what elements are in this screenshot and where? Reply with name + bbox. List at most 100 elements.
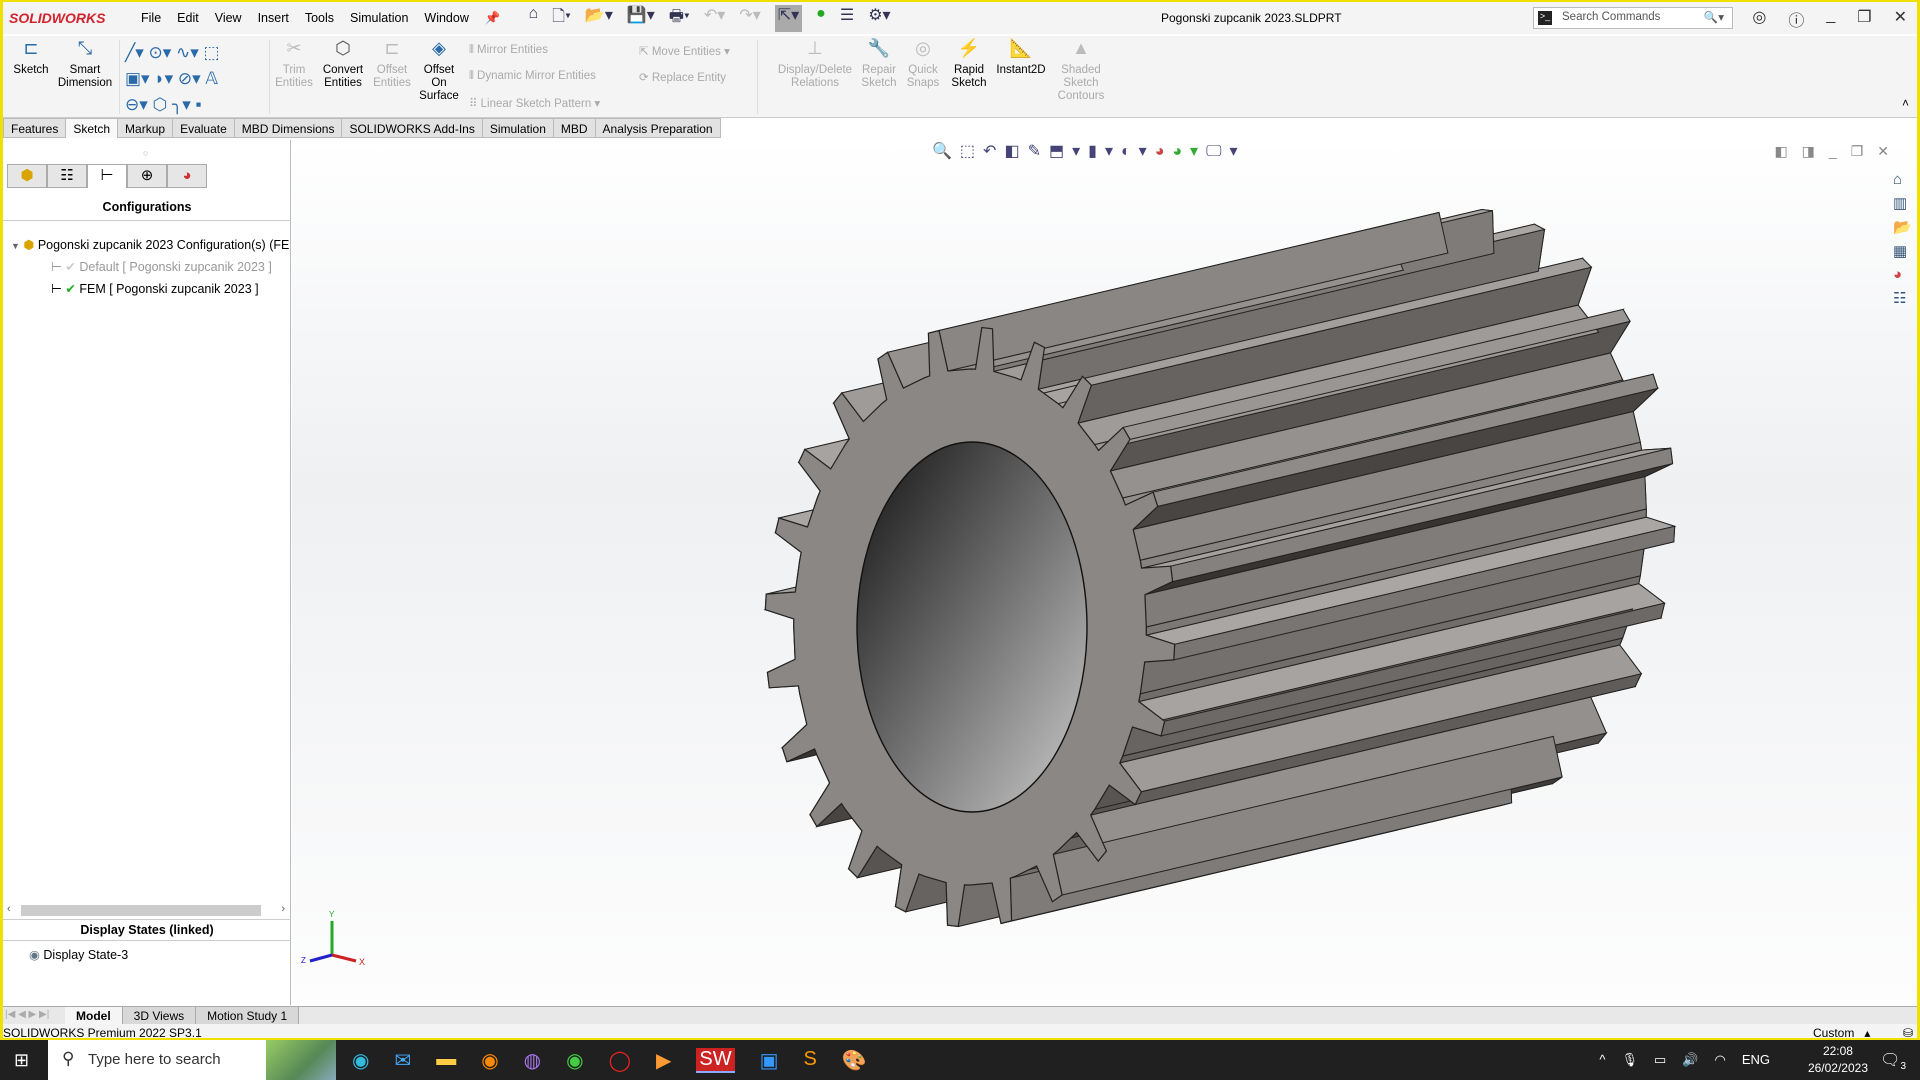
select-icon[interactable]: ⇱▾ <box>774 4 803 32</box>
restore-button[interactable]: ❐ <box>1857 7 1871 31</box>
tab-mbd-dimensions[interactable]: MBD Dimensions <box>234 118 343 138</box>
instant2d-button[interactable]: 📐 Instant2D <box>993 39 1049 77</box>
mirror-entities-button[interactable]: ⫴ Mirror Entities <box>469 44 548 57</box>
display-manager-tab[interactable]: ◕ <box>167 164 207 188</box>
show-hidden-icons[interactable]: ^ <box>1599 1052 1605 1068</box>
display-state-item[interactable]: ◉ Display State-3 <box>29 947 128 962</box>
tab-evaluate[interactable]: Evaluate <box>173 118 235 138</box>
pin-icon[interactable]: 📌 <box>485 11 501 26</box>
firefox-icon[interactable]: ◉ <box>481 1048 498 1073</box>
close-button[interactable]: ✕ <box>1894 7 1907 31</box>
battery-icon[interactable]: ▭ <box>1654 1052 1666 1068</box>
shaded-sketch-contours-button[interactable]: ▲ Shaded Sketch Contours <box>1053 39 1109 103</box>
media-player-icon[interactable]: ▶ <box>656 1048 671 1073</box>
tab-motion-study[interactable]: Motion Study 1 <box>196 1007 300 1024</box>
windows-start-icon[interactable]: ⊞ <box>14 1050 29 1071</box>
volume-icon[interactable]: 🔊 <box>1682 1052 1698 1068</box>
quick-access-toolbar: ⌂ 🗋▾ 📂▾ 💾▾ 🖶▾ ↶▾ ↷▾ ⇱▾ ● ☰ ⚙▾ <box>528 4 891 32</box>
search-commands-input[interactable]: >_ Search Commands 🔍▾ <box>1533 7 1733 29</box>
rectangle-icon[interactable]: ▣▾ ◗▾ ⊘▾ 𝔸 <box>125 69 218 88</box>
microphone-icon[interactable]: 🎙 <box>1621 1052 1638 1068</box>
slot-icon[interactable]: ⊖▾ ⬡ ╮▾ ▪ <box>125 95 202 114</box>
graphics-area[interactable]: 🔍⬚↶◧✎⬒▾▮▾◐▾◕◕▾🖵▾ ◧◨_❐✕ ⌂ ▥ 📂 ▦ ◕ ☷ Y X Z <box>292 139 1917 1005</box>
horizontal-scrollbar[interactable]: ‹ › <box>7 903 289 917</box>
tab-model[interactable]: Model <box>65 1007 123 1024</box>
expand-arrow-icon[interactable]: ▼ <box>11 241 20 251</box>
sublime-icon[interactable]: S <box>803 1048 816 1073</box>
menu-view[interactable]: View <box>215 11 242 26</box>
solidworks-taskbar-icon[interactable]: SW <box>696 1048 735 1073</box>
smart-dimension-button[interactable]: ⤡ Smart Dimension <box>55 39 115 90</box>
rebuild-icon[interactable]: ● <box>816 5 826 32</box>
mail-icon[interactable]: ✉ <box>394 1048 411 1073</box>
quick-snaps-button[interactable]: ◎ Quick Snaps <box>903 38 943 90</box>
print-icon[interactable]: 🖶▾ <box>669 5 690 32</box>
trim-entities-button[interactable]: ✂ Trim Entities <box>271 39 317 90</box>
sketch-button[interactable]: ⊏ Sketch <box>11 39 51 77</box>
paint-icon[interactable]: 🎨 <box>842 1048 867 1073</box>
sketch-entities-tools[interactable]: ╱▾ ⊙▾ ∿▾ ⬚ ▣▾ ◗▾ ⊘▾ 𝔸 ⊖▾ ⬡ ╮▾ ▪ <box>125 40 265 118</box>
dynamic-mirror-button[interactable]: ⫴ Dynamic Mirror Entities <box>469 70 596 83</box>
collapse-ribbon-icon[interactable]: ˄ <box>1902 96 1909 110</box>
user-icon[interactable]: ◎ <box>1752 7 1766 31</box>
undo-icon[interactable]: ↶▾ <box>704 5 725 32</box>
panel-splitter-handle[interactable]: ○ <box>143 148 148 158</box>
language-indicator[interactable]: ENG <box>1742 1052 1770 1068</box>
dimxpert-tab[interactable]: ⊕ <box>127 164 167 188</box>
tab-scroll-arrows[interactable]: |◀ ◀ ▶ ▶| <box>3 1007 65 1024</box>
notifications-icon[interactable]: 🗨3 <box>1880 1050 1906 1072</box>
convert-entities-button[interactable]: ⬡ Convert Entities <box>317 39 369 90</box>
tab-markup[interactable]: Markup <box>118 118 174 138</box>
app-window-icon[interactable]: ▣ <box>760 1048 779 1073</box>
tree-root[interactable]: ▼ ⬢ Pogonski zupcanik 2023 Configuration… <box>11 237 289 252</box>
viber-icon[interactable]: ◍ <box>524 1048 541 1073</box>
config-item-default[interactable]: ⊢ ✔ Default [ Pogonski zupcanik 2023 ] <box>51 259 272 274</box>
rebuild-status-icon[interactable]: ⛁ <box>1903 1026 1913 1038</box>
configuration-manager-tab[interactable]: ⊢ <box>87 164 127 188</box>
line-icon[interactable]: ╱▾ ⊙▾ ∿▾ ⬚ <box>125 43 220 62</box>
unit-system-selector[interactable]: Custom ▴ <box>1813 1026 1870 1038</box>
menu-insert[interactable]: Insert <box>258 11 289 26</box>
options-gear-icon[interactable]: ⚙▾ <box>868 5 890 32</box>
tab-3d-views[interactable]: 3D Views <box>122 1007 197 1024</box>
new-document-icon[interactable]: 🗋▾ <box>552 5 571 32</box>
chrome-icon[interactable]: ◉ <box>566 1048 583 1073</box>
display-delete-relations-button[interactable]: ⊥ Display/Delete Relations <box>773 39 857 90</box>
config-item-fem[interactable]: ⊢ ✔ FEM [ Pogonski zupcanik 2023 ] <box>51 281 259 296</box>
minimize-button[interactable]: _ <box>1826 7 1835 31</box>
feature-manager-tab[interactable]: ⬢ <box>7 164 47 188</box>
clock[interactable]: 22:08 26/02/2023 <box>1808 1043 1868 1077</box>
edge-icon[interactable]: ◉ <box>352 1048 369 1073</box>
help-icon[interactable]: ⓘ <box>1788 7 1804 31</box>
redo-icon[interactable]: ↷▾ <box>739 5 760 32</box>
menu-file[interactable]: File <box>141 11 161 26</box>
offset-entities-button[interactable]: ⊏ Offset Entities <box>369 39 415 90</box>
taskbar-search-box[interactable]: ⚲ Type here to search <box>48 1040 336 1080</box>
move-entities-button[interactable]: ⇱ Move Entities ▾ <box>639 44 730 58</box>
save-icon[interactable]: 💾▾ <box>627 5 655 32</box>
replace-entity-button[interactable]: ⟳ Replace Entity <box>639 70 726 84</box>
snaps-icon: ◎ <box>915 38 931 58</box>
menu-tools[interactable]: Tools <box>305 11 334 26</box>
tab-addins[interactable]: SOLIDWORKS Add-Ins <box>342 118 483 138</box>
menu-simulation[interactable]: Simulation <box>350 11 408 26</box>
tab-mbd[interactable]: MBD <box>553 118 596 138</box>
repair-sketch-button[interactable]: 🔧 Repair Sketch <box>857 39 901 90</box>
tab-simulation[interactable]: Simulation <box>482 118 554 138</box>
home-icon[interactable]: ⌂ <box>528 5 538 32</box>
linear-pattern-button[interactable]: ⠿ Linear Sketch Pattern ▾ <box>469 96 600 110</box>
menu-edit[interactable]: Edit <box>177 11 199 26</box>
tab-sketch[interactable]: Sketch <box>66 118 119 138</box>
open-icon[interactable]: 📂▾ <box>585 5 613 32</box>
tab-features[interactable]: Features <box>3 118 67 138</box>
rapid-sketch-button[interactable]: ⚡ Rapid Sketch <box>947 39 991 90</box>
file-explorer-icon[interactable]: ▬ <box>436 1048 456 1073</box>
gear-model[interactable] <box>292 139 1917 1005</box>
property-manager-tab[interactable]: ☷ <box>47 164 87 188</box>
offset-on-surface-button[interactable]: ◈ Offset On Surface <box>417 39 461 103</box>
wifi-icon[interactable]: ◠ <box>1714 1052 1725 1068</box>
tab-analysis-preparation[interactable]: Analysis Preparation <box>595 118 721 138</box>
menu-window[interactable]: Window <box>424 11 468 26</box>
opera-icon[interactable]: ◯ <box>609 1048 631 1073</box>
file-properties-icon[interactable]: ☰ <box>840 5 854 32</box>
